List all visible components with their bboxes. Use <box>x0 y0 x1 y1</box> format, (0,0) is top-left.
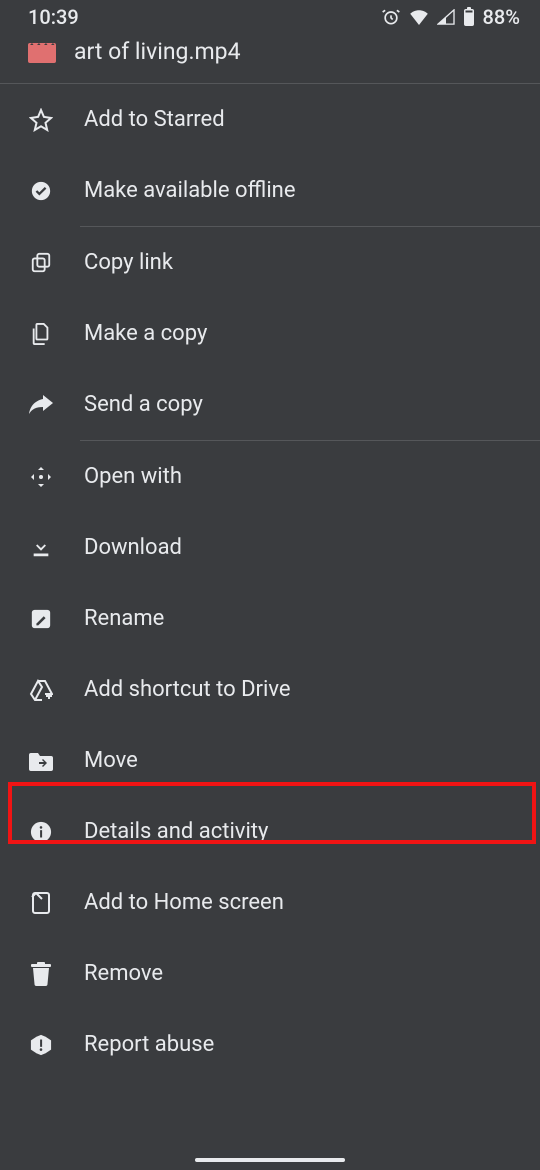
menu-label: Report abuse <box>84 1032 214 1057</box>
drive-shortcut-icon <box>28 679 54 701</box>
trash-icon <box>28 962 54 986</box>
add-to-starred-item[interactable]: Add to Starred <box>0 84 540 155</box>
copy-link-item[interactable]: Copy link <box>0 227 540 298</box>
menu-label: Make a copy <box>84 321 207 346</box>
rename-icon <box>28 608 54 630</box>
file-name: art of living.mp4 <box>74 38 241 65</box>
copy-link-icon <box>28 252 54 274</box>
make-available-offline-item[interactable]: Make available offline <box>0 155 540 226</box>
download-item[interactable]: Download <box>0 512 540 583</box>
add-shortcut-item[interactable]: Add shortcut to Drive <box>0 654 540 725</box>
alarm-icon <box>381 7 401 27</box>
download-icon <box>28 537 54 559</box>
cellular-icon <box>437 9 455 25</box>
open-with-item[interactable]: Open with <box>0 441 540 512</box>
open-with-icon <box>28 465 54 489</box>
menu-label: Remove <box>84 961 163 986</box>
add-home-icon <box>28 891 54 915</box>
menu-label: Add to Home screen <box>84 890 284 915</box>
add-to-home-item[interactable]: Add to Home screen <box>0 867 540 938</box>
menu-label: Open with <box>84 464 182 489</box>
info-icon <box>28 821 54 843</box>
menu-label: Download <box>84 535 182 560</box>
menu-label: Send a copy <box>84 392 203 417</box>
nav-indicator <box>195 1158 345 1162</box>
context-menu: Add to Starred Make available offline Co… <box>0 84 540 1080</box>
share-arrow-icon <box>28 395 54 415</box>
status-time: 10:39 <box>28 5 79 29</box>
menu-label: Copy link <box>84 250 173 275</box>
menu-label: Add shortcut to Drive <box>84 677 291 702</box>
wifi-icon <box>409 9 429 25</box>
status-icons: 88% <box>381 5 520 29</box>
offline-icon <box>28 180 54 202</box>
star-icon <box>28 108 54 132</box>
move-item[interactable]: Move <box>0 725 540 796</box>
rename-item[interactable]: Rename <box>0 583 540 654</box>
report-abuse-item[interactable]: Report abuse <box>0 1009 540 1080</box>
menu-label: Details and activity <box>84 819 268 844</box>
file-header: art of living.mp4 <box>0 34 540 83</box>
details-activity-item[interactable]: Details and activity <box>0 796 540 867</box>
menu-label: Rename <box>84 606 164 631</box>
battery-icon <box>463 7 475 27</box>
menu-label: Move <box>84 748 138 773</box>
send-a-copy-item[interactable]: Send a copy <box>0 369 540 440</box>
menu-label: Add to Starred <box>84 107 225 132</box>
battery-percent: 88% <box>483 5 520 29</box>
status-bar: 10:39 88% <box>0 0 540 34</box>
remove-item[interactable]: Remove <box>0 938 540 1009</box>
menu-label: Make available offline <box>84 178 295 203</box>
make-a-copy-item[interactable]: Make a copy <box>0 298 540 369</box>
copy-file-icon <box>28 322 54 346</box>
video-file-icon <box>28 41 56 63</box>
move-folder-icon <box>28 751 54 771</box>
report-icon <box>28 1034 54 1056</box>
